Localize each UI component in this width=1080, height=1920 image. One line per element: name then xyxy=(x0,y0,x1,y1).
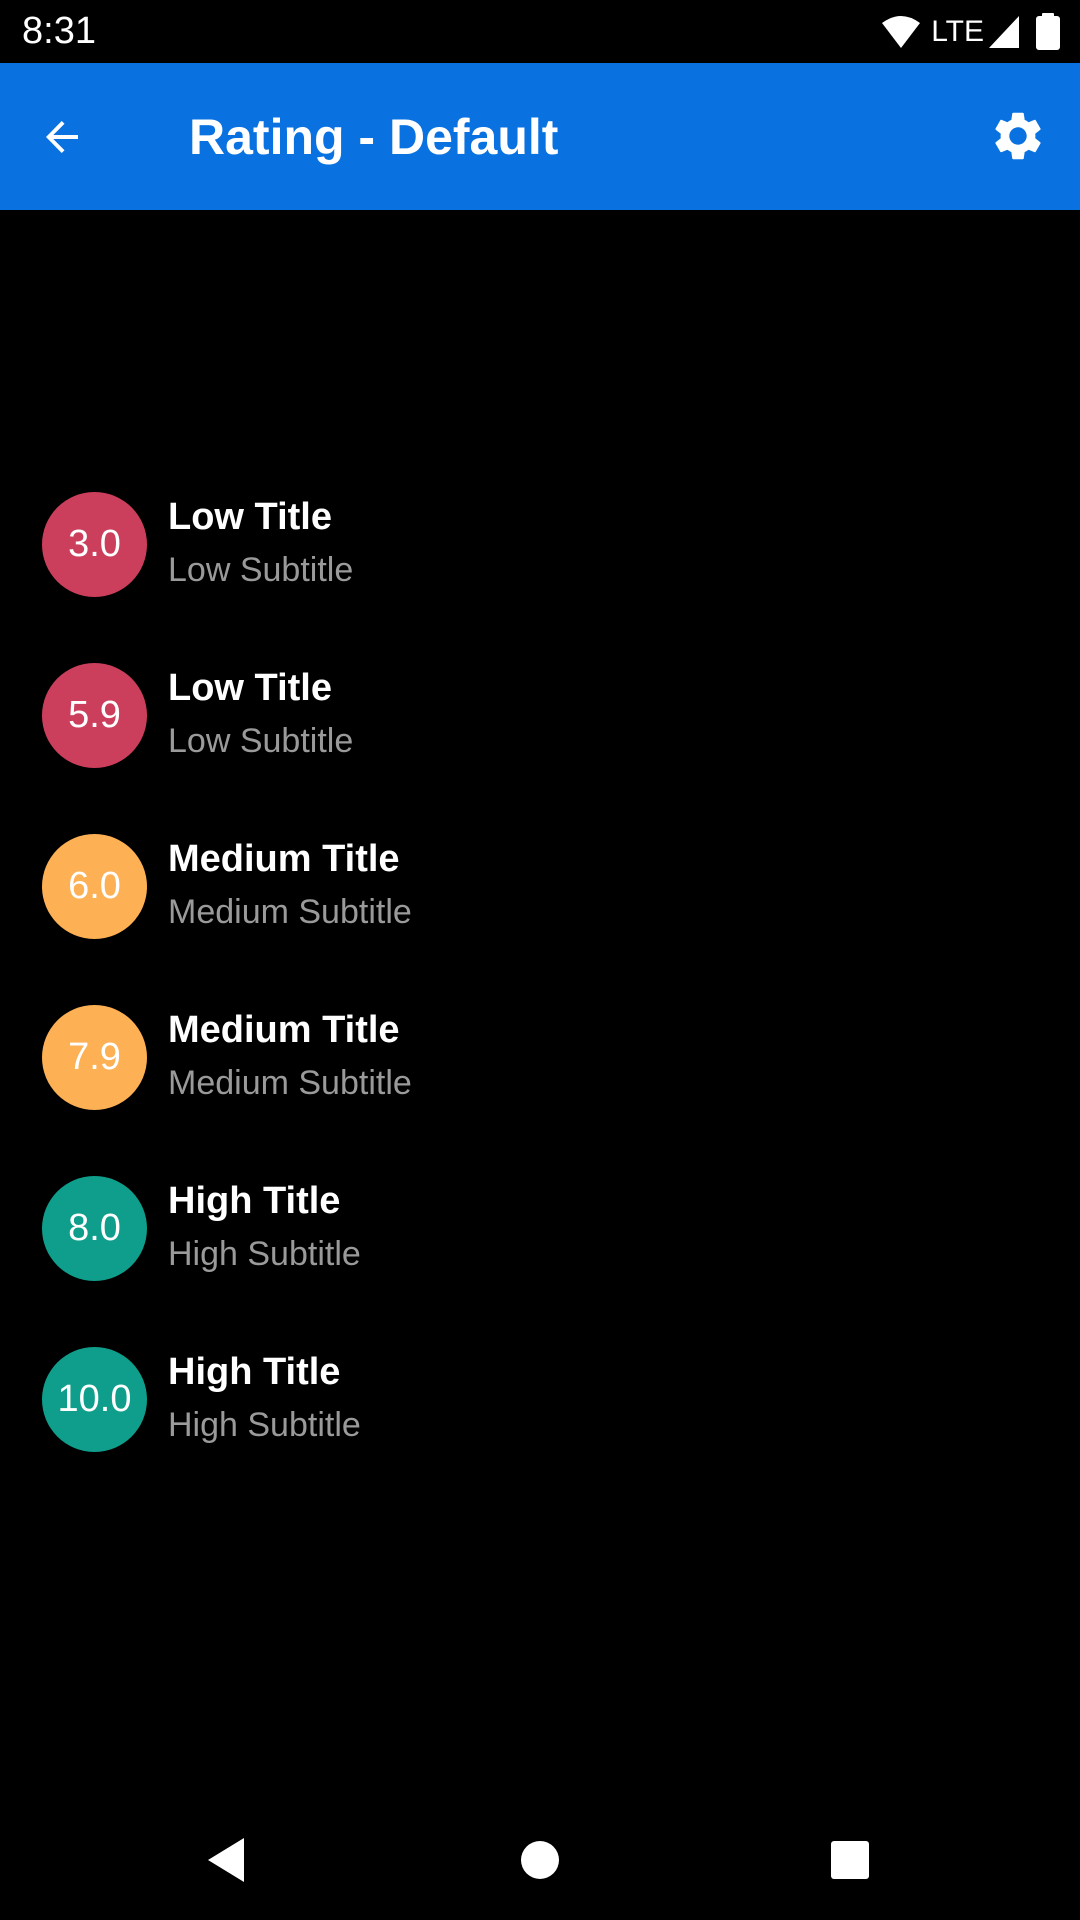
status-bar: 8:31 LTE xyxy=(0,0,1080,63)
back-button[interactable] xyxy=(30,105,94,169)
item-subtitle: Medium Subtitle xyxy=(168,893,412,931)
list-item[interactable]: 5.9 Low Title Low Subtitle xyxy=(0,629,1080,800)
rating-badge: 3.0 xyxy=(42,492,147,597)
nav-recents-icon xyxy=(831,1841,869,1879)
status-icons: LTE xyxy=(881,12,1062,52)
item-title: High Title xyxy=(168,1351,341,1393)
list-item[interactable]: 6.0 Medium Title Medium Subtitle xyxy=(0,800,1080,971)
item-title: Medium Title xyxy=(168,1009,400,1051)
page-title: Rating - Default xyxy=(189,109,559,165)
nav-back-button[interactable] xyxy=(196,1830,256,1890)
status-time: 8:31 xyxy=(22,10,96,52)
item-subtitle: Medium Subtitle xyxy=(168,1064,412,1102)
nav-home-icon xyxy=(521,1841,559,1879)
arrow-back-icon xyxy=(46,121,78,153)
item-title: Low Title xyxy=(168,496,332,538)
settings-button[interactable] xyxy=(982,100,1054,172)
list-item[interactable]: 3.0 Low Title Low Subtitle xyxy=(0,458,1080,629)
item-subtitle: Low Subtitle xyxy=(168,722,354,760)
list-item[interactable]: 8.0 High Title High Subtitle xyxy=(0,1142,1080,1313)
nav-back-icon xyxy=(208,1838,244,1882)
list-item[interactable]: 10.0 High Title High Subtitle xyxy=(0,1313,1080,1484)
item-title: High Title xyxy=(168,1180,341,1222)
system-nav-bar xyxy=(0,1800,1080,1920)
nav-recents-button[interactable] xyxy=(820,1830,880,1890)
item-title: Medium Title xyxy=(168,838,400,880)
rating-badge: 7.9 xyxy=(42,1005,147,1110)
item-subtitle: High Subtitle xyxy=(168,1235,361,1273)
battery-icon xyxy=(1036,13,1060,50)
rating-badge: 10.0 xyxy=(42,1347,147,1452)
nav-home-button[interactable] xyxy=(510,1830,570,1890)
wifi-icon xyxy=(882,16,921,48)
gear-icon xyxy=(995,112,1041,160)
cell-signal-icon xyxy=(989,16,1019,48)
item-subtitle: Low Subtitle xyxy=(168,551,354,589)
rating-badge: 6.0 xyxy=(42,834,147,939)
list-item[interactable]: 7.9 Medium Title Medium Subtitle xyxy=(0,971,1080,1142)
app-bar: Rating - Default xyxy=(0,63,1080,210)
item-subtitle: High Subtitle xyxy=(168,1406,361,1444)
rating-list: 3.0 Low Title Low Subtitle 5.9 Low Title… xyxy=(0,458,1080,1484)
rating-badge: 5.9 xyxy=(42,663,147,768)
rating-badge: 8.0 xyxy=(42,1176,147,1281)
item-title: Low Title xyxy=(168,667,332,709)
network-type-label: LTE xyxy=(931,15,984,48)
